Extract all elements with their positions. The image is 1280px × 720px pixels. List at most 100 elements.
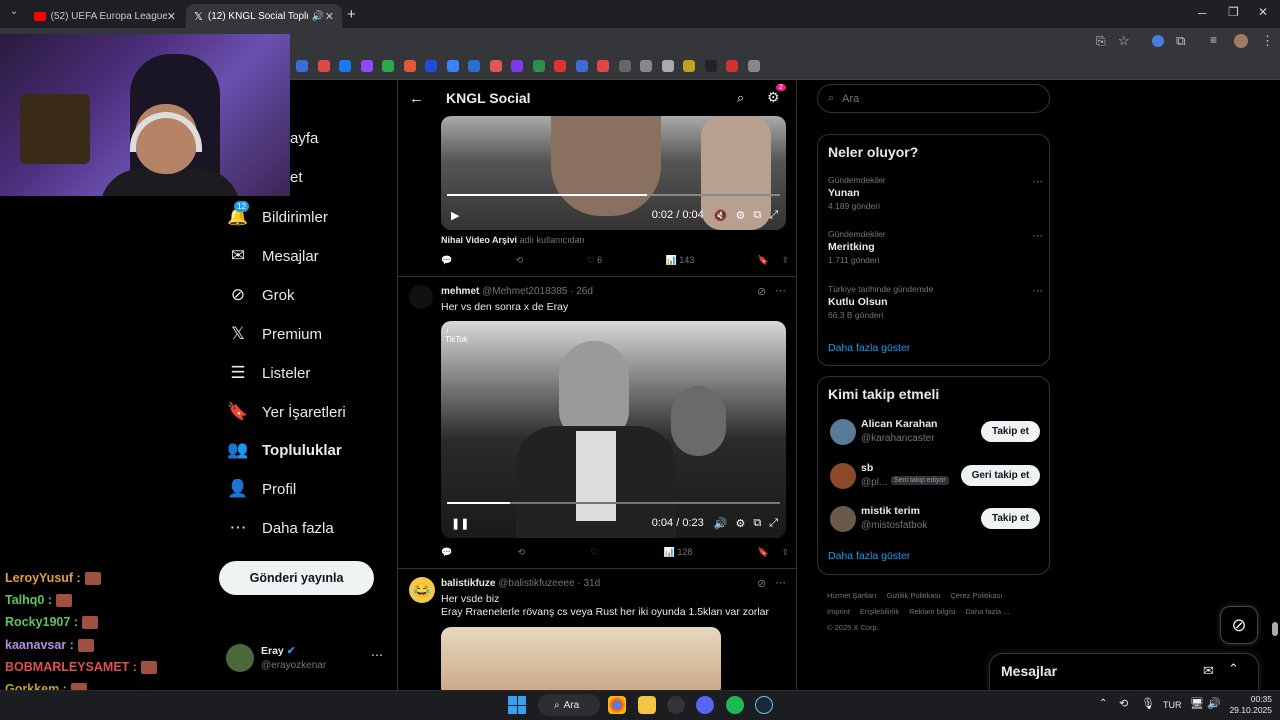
nav-profile[interactable]: 👤 Profil xyxy=(227,479,296,499)
gear-icon[interactable]: ⚙ 2 xyxy=(767,84,786,106)
install-icon[interactable]: ⎘ xyxy=(1096,34,1106,49)
messages-drawer[interactable]: Mesajlar ✉ ⌃ xyxy=(989,653,1259,690)
bookmark-icon[interactable]: 🔖 ⇪ xyxy=(758,547,789,558)
follow-back-button[interactable]: Geri takip et xyxy=(961,465,1040,486)
mute-icon[interactable]: 🔇 xyxy=(714,209,728,222)
trend-item[interactable]: Gündemdekiler Meritking 1.711 gönderi ⋯ xyxy=(828,229,1043,265)
audio-icon[interactable]: 🔊 xyxy=(312,11,324,22)
more-icon[interactable]: ⋯ xyxy=(775,576,786,589)
collapse-icon[interactable]: ⌃ xyxy=(1228,661,1239,677)
account-switcher[interactable]: Eray ✔ @erayozkenar ⋯ xyxy=(226,644,386,674)
close-icon[interactable]: ✕ xyxy=(325,10,334,23)
nav-explore[interactable]: et xyxy=(290,169,303,186)
show-more-link[interactable]: Daha fazla göster xyxy=(828,342,910,354)
bookmark-favicon[interactable] xyxy=(317,60,330,72)
more-icon[interactable]: ⋯ xyxy=(1032,175,1043,188)
bookmark-favicon[interactable] xyxy=(360,60,373,72)
folder-icon[interactable] xyxy=(638,696,656,714)
chrome-icon[interactable] xyxy=(608,696,626,714)
nav-bookmarks[interactable]: 🔖 Yer İşaretleri xyxy=(227,402,345,422)
bookmark-favicon[interactable] xyxy=(704,60,717,72)
footer-link[interactable]: Imprint xyxy=(827,607,850,616)
grok-icon[interactable]: ⊘ xyxy=(757,285,766,298)
pause-icon[interactable]: ❚❚ xyxy=(451,517,469,530)
bookmark-icon[interactable]: 🔖 ⇪ xyxy=(758,255,789,266)
post-button[interactable]: Gönderi yayınla xyxy=(219,561,374,595)
bookmark-favicon[interactable] xyxy=(597,60,609,72)
repost-icon[interactable]: ⟲ xyxy=(516,255,524,266)
bookmark-favicon[interactable] xyxy=(446,60,459,72)
volume-icon[interactable]: 🔊 xyxy=(1207,697,1221,710)
tab-uefa[interactable]: (52) UEFA Europa League Anth ✕ xyxy=(26,4,184,28)
like-icon[interactable]: ♡ xyxy=(590,547,598,558)
follow-item[interactable]: Alican Karahan @karahancaster Takip et xyxy=(828,417,1043,447)
bookmark-favicon[interactable] xyxy=(403,60,416,72)
footer-link[interactable]: Hizmet Şartları xyxy=(827,591,877,600)
media-icon[interactable]: ≡ xyxy=(1210,33,1217,47)
follow-button[interactable]: Takip et xyxy=(981,421,1040,442)
steam-icon[interactable] xyxy=(755,696,773,714)
pip-icon[interactable]: ⧉ xyxy=(753,209,761,222)
post-image[interactable] xyxy=(441,627,721,690)
spotify-icon[interactable] xyxy=(726,696,744,714)
new-message-icon[interactable]: ✉ xyxy=(1203,663,1214,679)
like-button[interactable]: ♡ 6 xyxy=(587,255,603,266)
tab-kngl[interactable]: 𝕏 (12) KNGL Social Topluluk 🔊 ✕ xyxy=(186,4,342,28)
close-icon[interactable]: ✕ xyxy=(167,10,176,23)
footer-link[interactable]: Gizlilik Politikası xyxy=(887,591,941,600)
video-player[interactable]: ▶ 0:02 / 0:04 🔇 ⚙ ⧉ ⤢ xyxy=(441,116,786,230)
share-icon[interactable]: ⇪ xyxy=(781,547,789,557)
nav-premium[interactable]: 𝕏 Premium xyxy=(228,324,322,344)
tray-icon[interactable]: ⟲ xyxy=(1119,697,1128,710)
extension-icon[interactable] xyxy=(1152,35,1164,47)
bookmark-favicon[interactable] xyxy=(296,60,308,72)
nav-grok[interactable]: ⊘ Grok xyxy=(228,285,295,305)
views[interactable]: 📊 143 xyxy=(666,255,695,266)
start-icon[interactable] xyxy=(508,696,526,714)
tray-chevron-icon[interactable]: ⌃ xyxy=(1099,698,1107,709)
bookmark-favicon[interactable] xyxy=(489,60,502,72)
taskbar-search[interactable]: ⌕ Ara xyxy=(538,694,600,716)
bookmark-favicon[interactable] xyxy=(683,60,695,72)
avatar[interactable] xyxy=(409,285,433,309)
share-icon[interactable]: ⇪ xyxy=(781,255,789,265)
nav-lists[interactable]: ☰ Listeler xyxy=(228,363,310,383)
views[interactable]: 📊 128 xyxy=(664,547,693,558)
follow-button[interactable]: Takip et xyxy=(981,508,1040,529)
reply-icon[interactable]: 💬 xyxy=(441,255,452,266)
volume-icon[interactable]: 🔊 xyxy=(714,517,728,530)
nav-home[interactable]: ayfa xyxy=(290,130,318,147)
bookmark-favicon[interactable] xyxy=(726,60,738,72)
bookmark-favicon[interactable] xyxy=(425,60,437,72)
follow-item[interactable]: mistik terim @mistosfatbok Takip et xyxy=(828,504,1043,534)
video-player[interactable]: ♪ TikTok ❚❚ 0:04 / 0:23 🔊 ⚙ ⧉ ⤢ xyxy=(441,321,786,538)
avatar[interactable]: 😂 xyxy=(409,577,435,603)
bookmark-favicon[interactable] xyxy=(661,60,674,72)
mic-icon[interactable]: 🎙 xyxy=(1141,697,1155,710)
footer-link[interactable]: Reklam bilgisi xyxy=(909,607,955,616)
language-indicator[interactable]: TUR xyxy=(1163,700,1182,710)
minimize-icon[interactable]: ─ xyxy=(1198,6,1207,20)
fullscreen-icon[interactable]: ⤢ xyxy=(769,517,778,530)
follow-item[interactable]: sb @pl... Seni takip ediyor Geri takip e… xyxy=(828,461,1043,491)
bookmark-favicon[interactable] xyxy=(339,60,351,72)
more-icon[interactable]: ⋯ xyxy=(775,284,786,297)
bookmark-favicon[interactable] xyxy=(532,60,545,72)
nav-messages[interactable]: ✉ Mesajlar xyxy=(228,246,319,266)
grok-icon[interactable]: ⊘ xyxy=(757,577,766,590)
back-arrow-icon[interactable]: ← xyxy=(409,90,424,107)
profile-avatar[interactable] xyxy=(1234,34,1248,48)
nav-more[interactable]: ⋯ Daha fazla xyxy=(228,518,334,538)
tab-list-button[interactable]: ⌄ xyxy=(6,6,22,22)
puzzle-icon[interactable]: ⧉ xyxy=(1176,33,1185,49)
more-icon[interactable]: ⋯ xyxy=(1032,284,1043,297)
trend-item[interactable]: Gündemdekiler Yunan 4.189 gönderi ⋯ xyxy=(828,175,1043,211)
nav-communities[interactable]: 👥 Topluluklar xyxy=(227,440,341,460)
discord-icon[interactable] xyxy=(696,696,714,714)
bookmark-favicon[interactable] xyxy=(511,60,523,72)
star-icon[interactable]: ☆ xyxy=(1118,33,1130,49)
reply-icon[interactable]: 💬 xyxy=(441,547,452,558)
play-icon[interactable]: ▶ xyxy=(451,209,459,222)
bookmark-favicon[interactable] xyxy=(575,60,588,72)
show-more-link[interactable]: Daha fazla göster xyxy=(828,550,910,562)
